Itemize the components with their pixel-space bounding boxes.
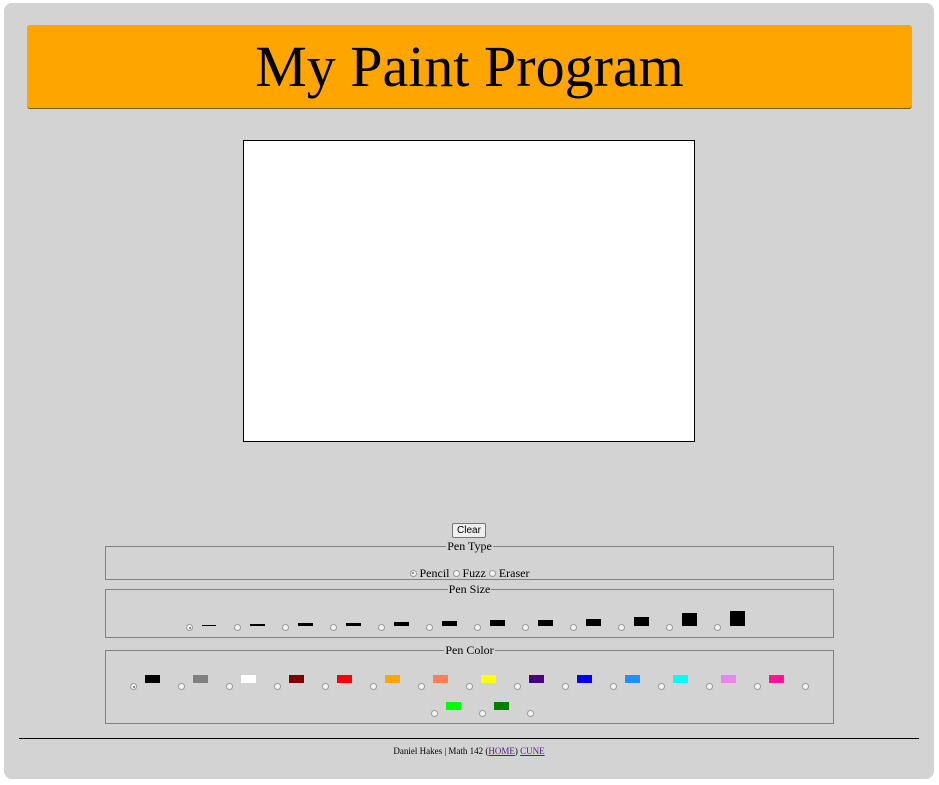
pen-color-radio-5[interactable] [322,683,329,690]
pen-color-swatch-14 [769,675,784,683]
pen-color-radio-12[interactable] [658,683,665,690]
pen-color-swatch-1 [145,675,160,683]
home-link[interactable]: HOME [488,746,515,756]
pen-color-radio-16[interactable] [479,710,486,717]
pen-color-swatch-10 [577,675,592,683]
pen-color-radio-7[interactable] [418,683,425,690]
pen-color-radio-11[interactable] [610,683,617,690]
pen-size-radio-3[interactable] [282,624,289,631]
pen-size-radio-1[interactable] [186,624,193,631]
pen-color-swatch-12 [673,675,688,683]
pen-size-radio-5[interactable] [378,624,385,631]
pen-color-swatch-16 [494,702,509,710]
pen-color-radio-9[interactable] [514,683,521,690]
pen-color-swatch-4 [289,675,304,683]
page-container: My Paint Program Clear Pen Type Pencil F… [4,3,934,779]
pen-size-bar-4 [346,623,361,626]
pen-color-radio-3[interactable] [226,683,233,690]
pen-type-legend: Pen Type [447,539,492,553]
pen-color-radio-8[interactable] [466,683,473,690]
pen-size-group: Pen Size [105,583,834,638]
footer-author: Daniel Hakes | Math 142 [393,746,484,756]
pen-size-radio-7[interactable] [474,624,481,631]
pen-size-bar-8 [538,620,553,626]
clear-button[interactable]: Clear [452,523,486,538]
drawing-canvas[interactable] [243,140,695,442]
pen-color-swatch-5 [337,675,352,683]
pen-color-radio-10[interactable] [562,683,569,690]
pen-type-label-fuzz: Fuzz [462,565,486,580]
pen-size-radio-6[interactable] [426,624,433,631]
pen-size-bar-3 [298,623,313,626]
pen-type-option-eraser[interactable]: Eraser [488,565,530,581]
pen-size-bar-11 [682,613,697,626]
footer: Daniel Hakes | Math 142 (HOME) CUNE [393,746,545,756]
pen-size-radio-10[interactable] [618,624,625,631]
pen-type-radio-eraser[interactable] [488,569,496,577]
pen-type-radio-fuzz[interactable] [452,569,460,577]
pen-color-swatch-3 [241,675,256,683]
pen-type-label-eraser: Eraser [498,565,530,580]
pen-size-bar-1 [202,625,216,626]
pen-type-group: Pen Type Pencil Fuzz Eraser [105,540,834,580]
pen-color-swatch-9 [529,675,544,683]
pen-color-swatch-6 [385,675,400,683]
pen-color-radio-13[interactable] [706,683,713,690]
pen-color-radio-15[interactable] [431,710,438,717]
pen-size-bar-2 [250,624,265,626]
pen-type-option-pencil[interactable]: Pencil [409,565,450,581]
pen-color-radio-trailing-1[interactable] [802,683,809,690]
pen-color-radio-2[interactable] [178,683,185,690]
pen-size-radio-4[interactable] [330,624,337,631]
pen-color-swatch-15 [446,702,461,710]
pen-size-bar-9 [586,619,601,626]
pen-type-label-pencil: Pencil [419,565,450,580]
pen-color-swatch-2 [193,675,208,683]
cune-link[interactable]: CUNE [520,746,545,756]
pen-size-radio-8[interactable] [522,624,529,631]
pen-size-radio-2[interactable] [234,624,241,631]
pen-type-options: Pencil Fuzz Eraser [106,565,833,581]
pen-color-swatch-7 [433,675,448,683]
pen-type-radio-pencil[interactable] [409,569,417,577]
pen-color-swatch-11 [625,675,640,683]
pen-size-bar-12 [730,611,745,626]
pen-size-bar-10 [634,617,649,626]
pen-size-bar-5 [394,622,409,626]
pen-size-legend: Pen Size [448,582,491,596]
pen-type-option-fuzz[interactable]: Fuzz [452,565,486,581]
header-banner: My Paint Program [27,25,912,109]
pen-size-radio-12[interactable] [714,624,721,631]
pen-color-radio-6[interactable] [370,683,377,690]
pen-color-radio-4[interactable] [274,683,281,690]
pen-size-bar-6 [442,621,457,626]
pen-size-radio-11[interactable] [666,624,673,631]
page-title: My Paint Program [255,34,684,99]
pen-color-radio-trailing-2[interactable] [527,710,534,717]
pen-color-group: Pen Color [105,644,834,724]
pen-size-bar-7 [490,620,505,626]
pen-color-radio-14[interactable] [754,683,761,690]
pen-color-swatch-13 [721,675,736,683]
pen-color-legend: Pen Color [445,643,494,657]
pen-color-swatch-8 [481,675,496,683]
pen-color-radio-1[interactable] [130,683,137,690]
footer-divider [19,738,919,739]
pen-size-radio-9[interactable] [570,624,577,631]
